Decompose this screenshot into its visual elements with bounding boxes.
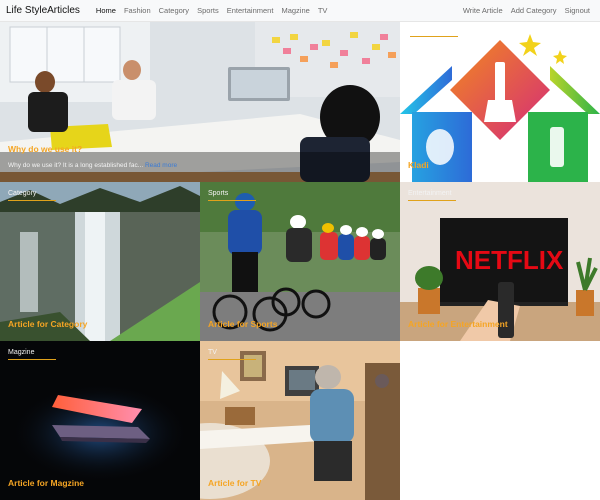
waterfall-image — [0, 182, 200, 341]
nav-link-entertainment[interactable]: Entertainment — [227, 6, 274, 15]
write-article-link[interactable]: Write Article — [463, 6, 503, 15]
nav-link-sports[interactable]: Sports — [197, 6, 219, 15]
nav-link-tv[interactable]: TV — [318, 6, 328, 15]
sports-underline — [208, 200, 256, 201]
magzine-title[interactable]: Article for Magzine — [8, 478, 84, 488]
tv-label: TV — [208, 349, 217, 356]
office-meeting-image — [0, 22, 400, 182]
magzine-underline — [8, 359, 56, 360]
top-navbar: Life StyleArticles Home Fashion Category… — [0, 0, 600, 22]
nav-menu: Home Fashion Category Sports Entertainme… — [92, 6, 331, 15]
category-title[interactable]: Article for Category — [8, 319, 87, 329]
tv-title[interactable]: Article for TV — [208, 478, 261, 488]
nav-link-fashion[interactable]: Fashion — [124, 6, 151, 15]
category-article-card[interactable]: Category Article for Category — [0, 182, 200, 341]
entertainment-article-card[interactable]: NETFLIX Entertainment Article for Entert… — [400, 182, 600, 341]
kladi-title[interactable]: Kladi — [408, 160, 429, 170]
entertainment-title[interactable]: Article for Entertainment — [408, 319, 508, 329]
empty-grid-cell — [400, 341, 600, 500]
tv-article-card[interactable]: TV Article for TV — [200, 341, 400, 500]
sports-article-card[interactable]: Sports Article for Sports — [200, 182, 400, 341]
hero-title[interactable]: Why do we use it? — [8, 144, 82, 154]
cyclists-image — [200, 182, 400, 341]
category-underline — [8, 200, 56, 201]
nav-actions: Write Article Add Category Signout — [459, 6, 594, 15]
signout-link[interactable]: Signout — [565, 6, 590, 15]
tv-underline — [208, 359, 256, 360]
nav-link-category[interactable]: Category — [159, 6, 189, 15]
kladi-article-card[interactable]: Kladi — [400, 22, 600, 182]
magzine-label: Magzine — [8, 349, 35, 356]
hero-excerpt-text: Why do we use it? It is a long establish… — [8, 162, 144, 169]
add-category-link[interactable]: Add Category — [511, 6, 557, 15]
nav-link-magzine[interactable]: Magzine — [281, 6, 309, 15]
entertainment-underline — [408, 200, 456, 201]
brand-logo[interactable]: Life StyleArticles — [6, 5, 80, 16]
category-label: Category — [8, 190, 37, 197]
entertainment-label: Entertainment — [408, 190, 452, 197]
sports-title[interactable]: Article for Sports — [208, 319, 277, 329]
read-more-link[interactable]: Read more — [145, 162, 177, 169]
hero-excerpt: Why do we use it? It is a long establish… — [8, 162, 177, 169]
house-cleaning-logo-image — [400, 34, 600, 182]
sports-label: Sports — [208, 190, 229, 197]
magzine-article-card[interactable]: Magzine Article for Magzine — [0, 341, 200, 500]
nav-link-home[interactable]: Home — [96, 6, 116, 15]
glowing-laptop-image — [0, 341, 200, 500]
netflix-logo: NETFLIX — [455, 245, 564, 275]
hero-article-card[interactable]: Why do we use it? Why do we use it? It i… — [0, 22, 400, 182]
elderly-woman-tv-image — [200, 341, 400, 500]
